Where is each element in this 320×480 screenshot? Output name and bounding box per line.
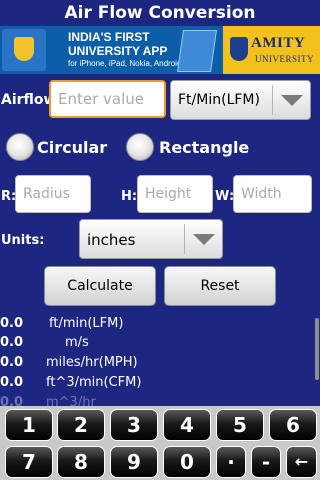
chevron-down-icon — [281, 95, 303, 106]
app-title: Air Flow Conversion — [0, 0, 320, 26]
height-input[interactable]: Height — [137, 175, 213, 213]
width-input[interactable]: Width — [233, 175, 312, 213]
key-6[interactable]: 6 — [269, 409, 317, 441]
airflow-value-input[interactable]: Enter value — [49, 80, 166, 118]
result-value: 0.0 — [0, 355, 24, 370]
key-4[interactable]: 4 — [163, 409, 211, 441]
key-3[interactable]: 3 — [110, 409, 158, 441]
rectangle-radio[interactable] — [126, 133, 154, 161]
key-2[interactable]: 2 — [57, 409, 105, 441]
ad-brand-panel: AMITY UNIVERSITY — [223, 26, 320, 74]
result-unit: miles/hr(MPH) — [46, 355, 138, 370]
result-value: 0.0 — [0, 335, 24, 350]
university-crest-icon — [230, 37, 248, 61]
key-9[interactable]: 9 — [110, 446, 158, 478]
result-unit: ft^3/min(CFM) — [46, 375, 142, 390]
backspace-key-icon[interactable]: ← — [286, 446, 317, 478]
airflow-unit-selected: Ft/Min(LFM) — [178, 92, 260, 108]
key-decimal[interactable]: · — [216, 446, 246, 478]
airflow-unit-dropdown[interactable]: Ft/Min(LFM) — [170, 80, 311, 120]
university-app-logo-icon — [2, 29, 46, 71]
radius-input[interactable]: Radius — [15, 175, 91, 213]
height-label: H: — [121, 189, 138, 204]
key-8[interactable]: 8 — [57, 446, 105, 478]
rectangle-label[interactable]: Rectangle — [159, 138, 249, 157]
results-scrollbar[interactable] — [315, 318, 319, 380]
key-1[interactable]: 1 — [5, 409, 53, 441]
units-dropdown[interactable]: inches — [79, 219, 223, 259]
result-value: 0.0 — [0, 316, 24, 331]
ad-brand-sub: UNIVERSITY — [255, 54, 314, 64]
key-5[interactable]: 5 — [216, 409, 264, 441]
result-unit: ft/min(LFM) — [49, 316, 124, 331]
units-selected: inches — [87, 231, 136, 249]
width-label: W: — [215, 189, 235, 204]
key-minus[interactable]: - — [251, 446, 281, 478]
numeric-keypad: 1 2 3 4 5 6 7 8 9 0 · - ← — [0, 406, 320, 480]
ad-subline: for iPhone, iPad, Nokia, Android — [68, 59, 182, 68]
ad-banner[interactable]: INDIA'S FIRST UNIVERSITY APP for iPhone,… — [0, 26, 320, 74]
calculate-button[interactable]: Calculate — [44, 266, 156, 306]
key-7[interactable]: 7 — [5, 446, 53, 478]
result-value: 0.0 — [0, 375, 24, 390]
ad-brand: AMITY — [251, 35, 306, 51]
circular-radio[interactable] — [6, 133, 34, 161]
result-unit: m/s — [65, 335, 89, 350]
units-label: Units: — [1, 233, 45, 248]
key-0[interactable]: 0 — [163, 446, 211, 478]
chevron-down-icon — [193, 234, 215, 245]
circular-label[interactable]: Circular — [37, 138, 107, 157]
phone-illustration-icon — [177, 30, 217, 72]
reset-button[interactable]: Reset — [164, 266, 276, 306]
radius-label: R: — [1, 189, 17, 204]
